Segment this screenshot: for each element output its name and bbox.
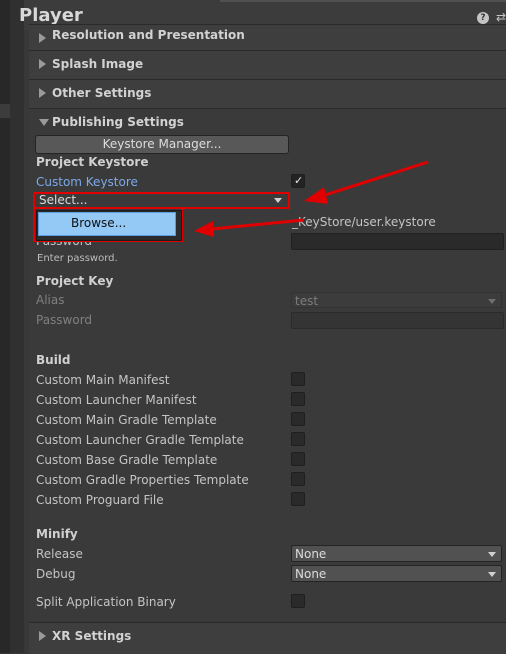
arrow-to-browse-line (211, 218, 305, 231)
arrow-to-browse-head (194, 221, 214, 237)
annotation-arrows (194, 160, 429, 237)
arrow-to-select-line (321, 160, 429, 198)
arrow-to-select-head (304, 187, 328, 204)
